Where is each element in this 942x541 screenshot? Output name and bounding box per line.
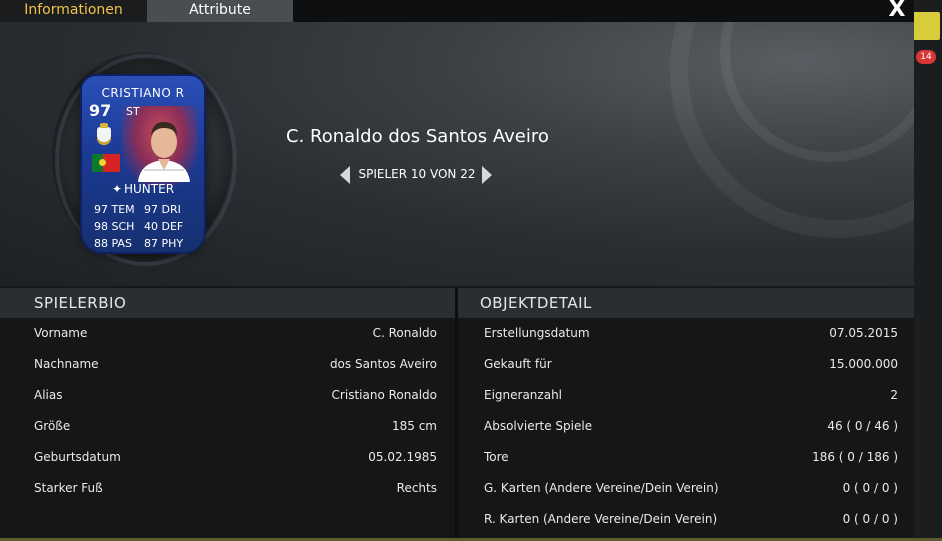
bio-row: Starker Fuß Rechts: [0, 481, 455, 501]
player-full-name: C. Ronaldo dos Santos Aveiro: [286, 126, 549, 147]
panel-title: OBJEKTDETAIL: [458, 288, 914, 318]
bio-label: Starker Fuß: [34, 481, 103, 495]
stat-phy: 87 PHY: [144, 237, 184, 250]
stat-tem: 97 TEM: [94, 203, 135, 216]
panel-title: SPIELERBIO: [0, 288, 455, 318]
close-icon[interactable]: X: [884, 0, 910, 21]
card-rating: 97: [89, 101, 112, 120]
background-tool-icon: [912, 12, 940, 40]
arrow-right-icon[interactable]: [482, 166, 492, 184]
bio-value: Cristiano Ronaldo: [331, 388, 437, 402]
item-detail-panel: OBJEKTDETAIL Erstellungsdatum 07.05.2015 …: [458, 288, 914, 541]
bio-row: Nachname dos Santos Aveiro: [0, 357, 455, 377]
player-portrait: [138, 122, 190, 182]
arrow-left-icon[interactable]: [340, 166, 350, 184]
detail-value: 186 ( 0 / 186 ): [812, 450, 898, 464]
bio-row: Geburtsdatum 05.02.1985: [0, 450, 455, 470]
detail-value: 46 ( 0 / 46 ): [827, 419, 898, 433]
stat-def: 40 DEF: [144, 220, 184, 233]
stat-pas: 88 PAS: [94, 237, 132, 250]
chemistry-style-icon: ✦: [111, 182, 122, 196]
card-stats: 97 TEM 97 DRI 98 SCH 40 DEF 88 PAS 87 PHY: [94, 201, 198, 252]
detail-label: G. Karten (Andere Vereine/Dein Verein): [484, 481, 719, 495]
bio-label: Vorname: [34, 326, 88, 340]
detail-row: G. Karten (Andere Vereine/Dein Verein) 0 …: [458, 481, 914, 501]
detail-row: Erstellungsdatum 07.05.2015: [458, 326, 914, 346]
stat-dri: 97 DRI: [144, 203, 181, 216]
detail-value: 0 ( 0 / 0 ): [842, 481, 898, 495]
portugal-flag-icon: [92, 154, 120, 172]
bio-value: 185 cm: [391, 419, 437, 433]
bio-row: Alias Cristiano Ronaldo: [0, 388, 455, 408]
bio-row: Vorname C. Ronaldo: [0, 326, 455, 346]
bio-value: 05.02.1985: [368, 450, 437, 464]
detail-value: 0 ( 0 / 0 ): [842, 512, 898, 526]
detail-row: Gekauft für 15.000.000: [458, 357, 914, 377]
bio-label: Geburtsdatum: [34, 450, 121, 464]
background-notification-badge: 14: [916, 50, 936, 64]
detail-label: Absolvierte Spiele: [484, 419, 593, 433]
player-card: CRISTIANO R 97 ST ✦ HUNTER 97 TEM 97 DRI 9…: [82, 76, 204, 252]
tab-informationen[interactable]: Informationen: [0, 0, 147, 22]
tab-attribute[interactable]: Attribute: [147, 0, 293, 22]
bio-value: Rechts: [396, 481, 437, 495]
stat-sch: 98 SCH: [94, 220, 135, 233]
tab-bar: Informationen Attribute X: [0, 0, 914, 22]
card-player-name: CRISTIANO R: [101, 86, 185, 100]
club-crest-icon: [97, 123, 111, 145]
chemistry-style-label: HUNTER: [124, 182, 175, 196]
bio-row: Größe 185 cm: [0, 419, 455, 439]
bio-label: Alias: [34, 388, 63, 402]
detail-label: Gekauft für: [484, 357, 552, 371]
player-hero: CRISTIANO R 97 ST ✦ HUNTER 97 TEM 97 DRI 9…: [0, 22, 914, 286]
detail-value: 15.000.000: [829, 357, 898, 371]
player-bio-panel: SPIELERBIO Vorname C. Ronaldo Nachname dos…: [0, 288, 455, 541]
card-chemistry-style: ✦ HUNTER: [82, 182, 204, 196]
detail-label: R. Karten (Andere Vereine/Dein Verein): [484, 512, 718, 526]
detail-value: 2: [890, 388, 898, 402]
bio-value: dos Santos Aveiro: [329, 357, 437, 371]
player-info-dialog: Informationen Attribute X CRISTIANO R 97…: [0, 0, 914, 541]
stat-row: 98 SCH 40 DEF: [94, 218, 198, 235]
bio-value: C. Ronaldo: [372, 326, 437, 340]
bio-label: Größe: [34, 419, 71, 433]
detail-label: Eigneranzahl: [484, 388, 563, 402]
detail-value: 07.05.2015: [829, 326, 898, 340]
stat-row: 88 PAS 87 PHY: [94, 235, 198, 252]
detail-row: Tore 186 ( 0 / 186 ): [458, 450, 914, 470]
detail-label: Erstellungsdatum: [484, 326, 590, 340]
pager-label: SPIELER 10 VON 22: [358, 167, 476, 181]
detail-label: Tore: [484, 450, 509, 464]
detail-row: Eigneranzahl 2: [458, 388, 914, 408]
detail-row: Absolvierte Spiele 46 ( 0 / 46 ): [458, 419, 914, 439]
background-page: [914, 0, 942, 541]
bio-label: Nachname: [34, 357, 99, 371]
detail-row: R. Karten (Andere Vereine/Dein Verein) 0 …: [458, 512, 914, 532]
stat-row: 97 TEM 97 DRI: [94, 201, 198, 218]
